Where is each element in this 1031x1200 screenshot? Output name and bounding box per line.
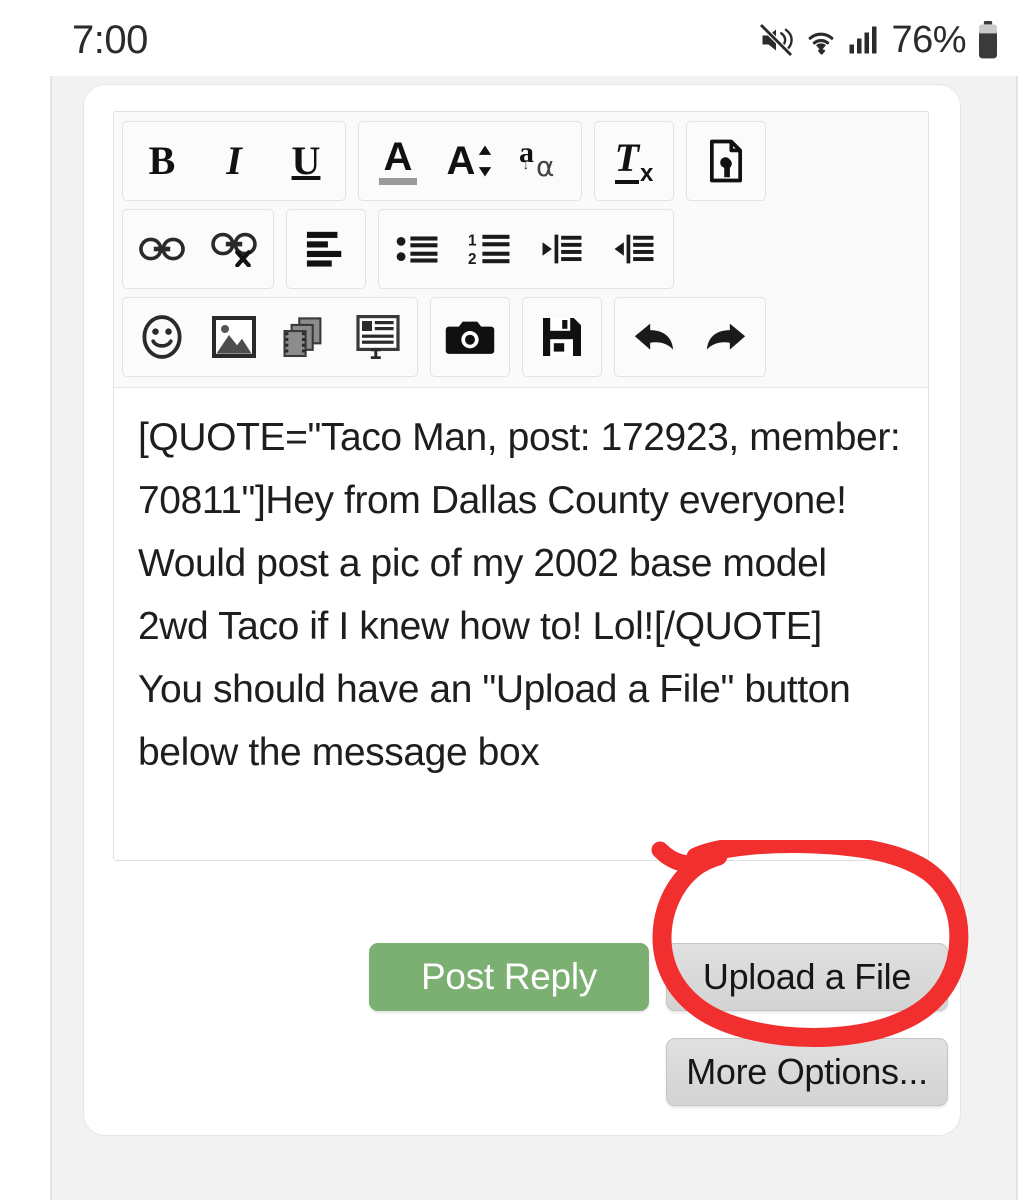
camera-button[interactable] xyxy=(434,298,506,376)
toolbar-row-1: B I U A A a ↓ α T x xyxy=(122,121,920,201)
bold-button[interactable]: B xyxy=(126,122,198,200)
unlink-button[interactable] xyxy=(198,210,270,288)
align-left-button[interactable] xyxy=(290,210,362,288)
font-family-button[interactable]: a ↓ α xyxy=(506,122,578,200)
status-clock: 7:00 xyxy=(72,17,148,62)
toolbar-group-save xyxy=(522,297,602,377)
post-reply-button[interactable]: Post Reply xyxy=(369,943,649,1011)
svg-text:1: 1 xyxy=(468,233,477,250)
toolbar-group-link xyxy=(122,209,274,289)
toolbar-group-source xyxy=(686,121,766,201)
toolbar-row-2: 1 2 xyxy=(122,209,920,289)
undo-button[interactable] xyxy=(618,298,690,376)
toolbar-group-history xyxy=(614,297,766,377)
status-icon-tray: 76% xyxy=(758,19,1001,62)
outdent-button[interactable] xyxy=(526,210,598,288)
toolbar-group-camera xyxy=(430,297,510,377)
font-size-button[interactable]: A xyxy=(434,122,506,200)
indent-button[interactable] xyxy=(598,210,670,288)
wifi-icon xyxy=(803,22,839,58)
battery-icon xyxy=(975,20,1001,60)
more-options-button[interactable]: More Options... xyxy=(666,1038,948,1106)
mute-icon xyxy=(758,22,794,58)
form-actions: Post Reply Upload a File More Options... xyxy=(113,935,948,1115)
toolbar-group-lists: 1 2 xyxy=(378,209,674,289)
battery-percent-label: 76% xyxy=(891,18,966,61)
save-draft-button[interactable] xyxy=(526,298,598,376)
toolbar-group-text-style: B I U xyxy=(122,121,346,201)
toolbar-group-insert xyxy=(122,297,418,377)
reply-form-card: B I U A A a ↓ α T x 1 2 [QUOTE="Taco Man… xyxy=(83,84,961,1136)
insert-media-button[interactable] xyxy=(270,298,342,376)
phone-status-bar: 7:00 76% xyxy=(0,0,1031,80)
text-color-button[interactable]: A xyxy=(362,122,434,200)
bullet-list-button[interactable] xyxy=(382,210,454,288)
remove-formatting-button[interactable]: T x xyxy=(598,122,670,200)
message-textarea[interactable]: [QUOTE="Taco Man, post: 172923, member: … xyxy=(114,388,928,860)
rich-text-editor: B I U A A a ↓ α T x 1 2 [QUOTE="Taco Man… xyxy=(113,111,929,861)
editor-toolbar: B I U A A a ↓ α T x 1 2 xyxy=(114,112,928,388)
toolbar-row-3 xyxy=(122,297,920,377)
emoticon-button[interactable] xyxy=(126,298,198,376)
italic-button[interactable]: I xyxy=(198,122,270,200)
insert-spoiler-button[interactable] xyxy=(342,298,414,376)
toolbar-group-align xyxy=(286,209,366,289)
redo-button[interactable] xyxy=(690,298,762,376)
upload-a-file-button[interactable]: Upload a File xyxy=(666,943,948,1011)
insert-image-button[interactable] xyxy=(198,298,270,376)
cellular-signal-icon xyxy=(848,22,878,58)
toolbar-group-font: A A a ↓ α xyxy=(358,121,582,201)
insert-link-button[interactable] xyxy=(126,210,198,288)
source-editor-button[interactable] xyxy=(690,122,762,200)
underline-button[interactable]: U xyxy=(270,122,342,200)
toolbar-group-remove-format: T x xyxy=(594,121,674,201)
numbered-list-button[interactable]: 1 2 xyxy=(454,210,526,288)
svg-text:2: 2 xyxy=(468,251,476,267)
